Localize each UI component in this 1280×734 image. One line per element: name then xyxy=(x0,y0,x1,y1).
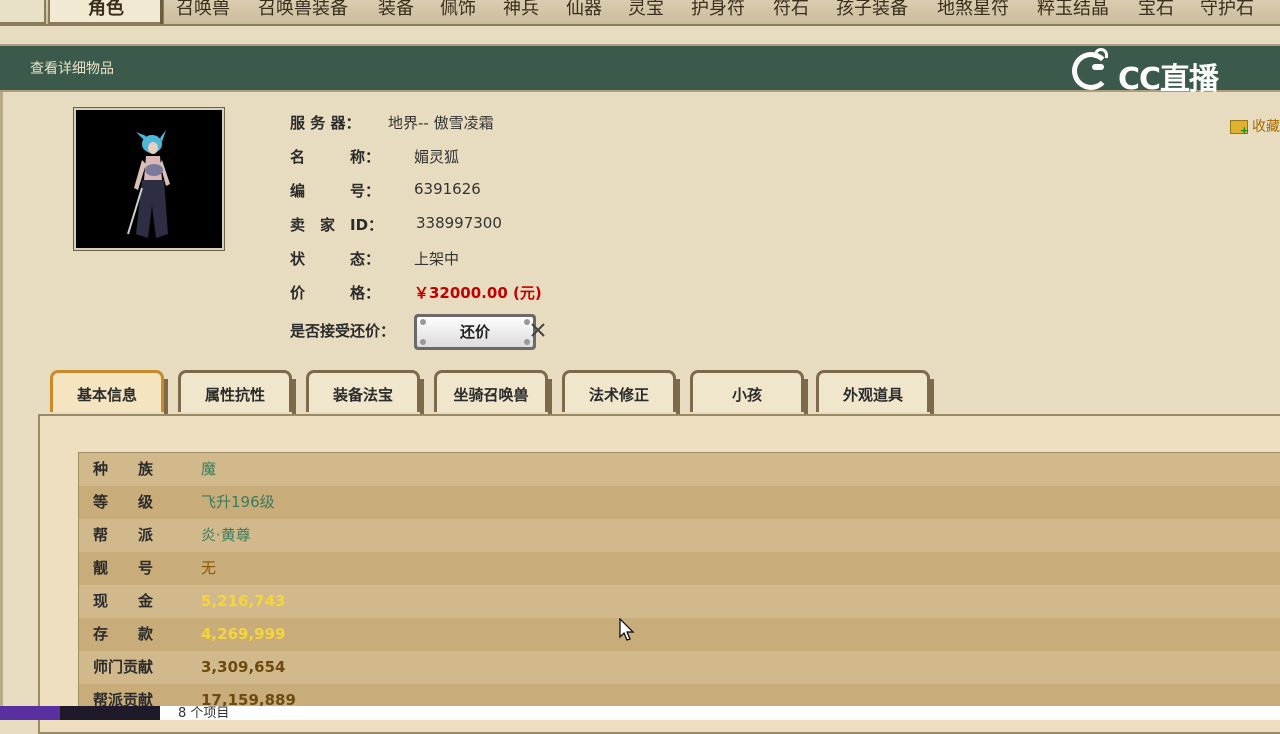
cc-logo-dot xyxy=(1092,64,1104,70)
tab-equipment-treasure[interactable]: 装备法宝 xyxy=(306,370,424,415)
status-label: 状 态： xyxy=(290,250,381,268)
tab-jade-crystal[interactable]: 粹玉结晶 xyxy=(1037,0,1109,22)
tab-basic-info[interactable]: 基本信息 xyxy=(50,370,168,415)
cc-logo-ear xyxy=(1094,48,1108,58)
server-value: 地界-- 傲雪凌霜 xyxy=(388,114,494,132)
name-value: 媚灵狐 xyxy=(414,148,460,166)
id-label: 编 号： xyxy=(290,182,381,200)
tab-child[interactable]: 小孩 xyxy=(690,370,808,415)
row-value: 无 xyxy=(201,559,217,577)
seller-value: 338997300 xyxy=(416,214,502,232)
price-label: 价 格： xyxy=(290,284,381,302)
counter-offer-button-label: 还价 xyxy=(417,317,533,347)
tab-spell-correction[interactable]: 法术修正 xyxy=(562,370,680,415)
tab-child-equip[interactable]: 孩子装备 xyxy=(836,0,908,22)
tab-rune[interactable]: 符石 xyxy=(773,0,809,22)
tab-gem[interactable]: 宝石 xyxy=(1138,0,1174,22)
row-key: 师门贡献 xyxy=(93,658,154,676)
table-row: 现 金 5,216,743 xyxy=(79,585,1280,618)
row-key: 种 族 xyxy=(93,460,154,478)
category-tab-bar: 角色 召唤兽 召唤兽装备 装备 佩饰 神兵 仙器 灵宝 护身符 符石 孩子装备 … xyxy=(0,0,1280,26)
page-title: 查看详细物品 xyxy=(30,61,114,77)
tab-mount-summon[interactable]: 坐骑召唤兽 xyxy=(434,370,552,415)
row-value: 5,216,743 xyxy=(201,592,286,610)
scissors-icon xyxy=(531,323,545,337)
basic-info-table: 种 族 魔 等 级 飞升196级 帮 派 炎·黄尊 靓 号 无 现 金 5,21… xyxy=(78,452,1280,718)
row-key: 存 款 xyxy=(93,625,154,643)
row-key: 等 级 xyxy=(93,493,154,511)
tab-amulet[interactable]: 护身符 xyxy=(691,0,745,22)
button-rivet xyxy=(420,339,426,345)
row-value: 炎·黄尊 xyxy=(201,526,251,544)
table-row: 师门贡献 3,309,654 xyxy=(79,651,1280,684)
table-row: 帮 派 炎·黄尊 xyxy=(79,519,1280,552)
table-row: 存 款 4,269,999 xyxy=(79,618,1280,651)
status-value: 上架中 xyxy=(414,250,460,268)
mouse-cursor-icon xyxy=(619,618,635,641)
tab-role[interactable]: 角色 xyxy=(48,0,164,24)
button-rivet xyxy=(420,319,426,325)
table-row: 种 族 魔 xyxy=(79,453,1280,486)
counter-offer-button[interactable]: 还价 xyxy=(414,314,536,350)
favorite-link[interactable]: 收藏 xyxy=(1230,116,1280,137)
table-row: 等 级 飞升196级 xyxy=(79,486,1280,519)
server-label: 服 务 器： xyxy=(290,114,361,132)
price-value: ￥32000.00 (元) xyxy=(414,284,542,302)
tab-divine-weapon[interactable]: 神兵 xyxy=(503,0,539,22)
id-value: 6391626 xyxy=(414,180,481,198)
tab-appearance-items[interactable]: 外观道具 xyxy=(816,370,934,415)
tab-divider xyxy=(160,0,163,24)
table-row: 靓 号 无 xyxy=(79,552,1280,585)
tab-accessory[interactable]: 佩饰 xyxy=(440,0,476,22)
row-value: 3,309,654 xyxy=(201,658,286,676)
taskbar-fragment xyxy=(0,706,160,720)
favorite-label: 收藏 xyxy=(1252,119,1280,135)
counter-offer-label: 是否接受还价： xyxy=(290,322,396,340)
row-key: 靓 号 xyxy=(93,559,154,577)
tab-fairy-item[interactable]: 仙器 xyxy=(566,0,602,22)
row-value: 飞升196级 xyxy=(201,493,275,511)
row-value: 4,269,999 xyxy=(201,625,286,643)
tab-equip[interactable]: 装备 xyxy=(378,0,414,22)
cc-logo-text: CC直播 xyxy=(1118,62,1219,97)
tab-stub xyxy=(0,0,46,24)
row-value: 魔 xyxy=(201,460,217,478)
character-portrait xyxy=(73,107,225,251)
folder-add-icon xyxy=(1230,120,1249,137)
row-key: 帮 派 xyxy=(93,526,154,544)
cc-live-logo: CC直播 xyxy=(1070,48,1240,97)
name-label: 名 称： xyxy=(290,148,381,166)
row-key: 现 金 xyxy=(93,592,154,610)
tab-guard-stone[interactable]: 守护石 xyxy=(1200,0,1254,22)
tab-summon-equip[interactable]: 召唤兽装备 xyxy=(258,0,348,22)
tab-spirit-treasure[interactable]: 灵宝 xyxy=(628,0,664,22)
tab-summon[interactable]: 召唤兽 xyxy=(176,0,230,22)
seller-label: 卖 家 ID： xyxy=(290,216,384,234)
tab-star-talisman[interactable]: 地煞星符 xyxy=(937,0,1009,22)
explorer-status-strip: 8 个项目 xyxy=(0,706,1280,721)
page-left-border xyxy=(0,92,3,720)
detail-header-bar: 查看详细物品 CC直播 xyxy=(0,44,1280,97)
item-count: 8 个项目 xyxy=(178,706,230,721)
tab-attributes[interactable]: 属性抗性 xyxy=(178,370,296,415)
